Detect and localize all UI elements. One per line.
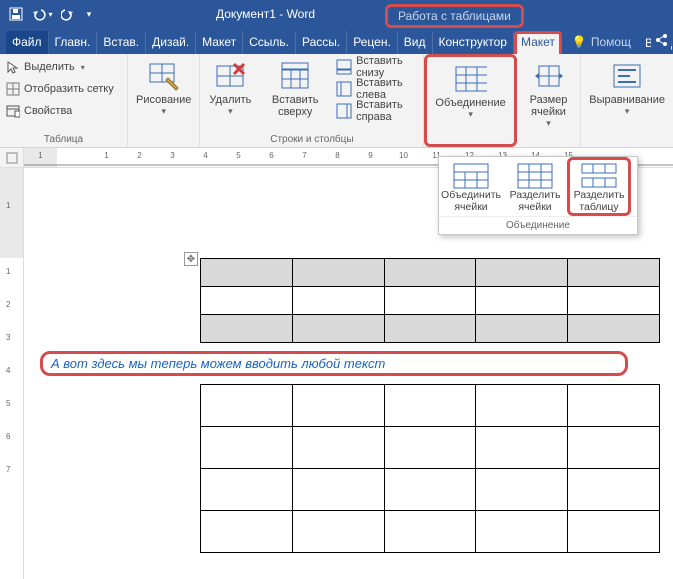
merge-icon — [455, 63, 487, 95]
table-move-handle[interactable]: ✥ — [184, 252, 198, 266]
table-row[interactable] — [201, 469, 660, 511]
cursor-icon — [6, 60, 20, 74]
split-table-icon — [581, 163, 617, 189]
vertical-ruler[interactable]: 1 1 2 3 4 5 6 7 — [0, 168, 24, 579]
merge-cells-button[interactable]: Объединить ячейки — [439, 157, 503, 216]
group-rows-cols: Удалить Вставить сверху Вставить снизу В… — [200, 54, 424, 147]
undo-button[interactable]: ▾ — [30, 3, 54, 25]
merge-dropdown-group-label: Объединение — [439, 216, 637, 234]
merge-dropdown-button[interactable]: Объединение — [431, 59, 509, 130]
properties-button[interactable]: Свойства — [4, 100, 116, 122]
redo-button[interactable] — [56, 3, 80, 25]
delete-icon — [214, 60, 246, 92]
merge-dropdown-panel: Объединить ячейки Разделить ячейки Разде… — [438, 156, 638, 235]
tab-home[interactable]: Главн. — [49, 31, 98, 54]
caption-text[interactable]: А вот здесь мы теперь можем вводить любо… — [40, 351, 628, 376]
insert-above-button[interactable]: Вставить сверху — [258, 56, 332, 133]
undo-icon — [31, 7, 47, 21]
merge-cells-icon — [453, 163, 489, 189]
tab-view[interactable]: Вид — [398, 31, 433, 54]
insert-below-icon — [336, 59, 352, 75]
table-row[interactable] — [201, 511, 660, 553]
tab-design[interactable]: Дизай. — [146, 31, 196, 54]
group-cell-size: Размер ячейки — [517, 54, 582, 147]
view-gridlines-button[interactable]: Отобразить сетку — [4, 78, 116, 100]
split-table-button[interactable]: Разделить таблицу — [567, 157, 631, 216]
bulb-icon: 💡 — [572, 35, 587, 49]
group-rows-cols-label: Строки и столбцы — [204, 133, 419, 147]
qat-customize[interactable]: ▾ — [82, 3, 96, 25]
group-alignment: Выравнивание — [581, 54, 673, 147]
grid-icon — [6, 82, 20, 96]
select-button[interactable]: Выделить▾ — [4, 56, 116, 78]
tell-me[interactable]: 💡Помощ — [562, 31, 637, 54]
tab-file[interactable]: Файл — [6, 31, 49, 54]
insert-left-button[interactable]: Вставить слева — [334, 78, 419, 100]
tab-table-layout[interactable]: Макет — [514, 31, 562, 54]
table-2[interactable] — [200, 384, 660, 553]
window-title: Документ1 - Word — [216, 7, 315, 21]
quick-access-toolbar: ▾ ▾ — [4, 3, 96, 25]
ribbon-tabs: Файл Главн. Встав. Дизай. Макет Ссыль. Р… — [0, 28, 673, 54]
insert-above-icon — [279, 60, 311, 92]
table-row[interactable] — [201, 427, 660, 469]
cell-size-icon — [533, 60, 565, 92]
align-icon — [611, 60, 643, 92]
share-button[interactable] — [651, 30, 671, 50]
insert-right-button[interactable]: Вставить справа — [334, 100, 419, 122]
draw-button[interactable]: Рисование — [132, 56, 195, 133]
table-row[interactable] — [201, 315, 660, 343]
alignment-button[interactable]: Выравнивание — [585, 56, 669, 133]
tab-insert[interactable]: Встав. — [97, 31, 146, 54]
title-bar: ▾ ▾ Документ1 - Word Работа с таблицами — [0, 0, 673, 28]
group-table: Выделить▾ Отобразить сетку Свойства Табл… — [0, 54, 128, 147]
group-draw: Рисование — [128, 54, 200, 147]
tab-pagelayout[interactable]: Макет — [196, 31, 243, 54]
tab-mailings[interactable]: Рассы. — [296, 31, 347, 54]
split-cells-icon — [517, 163, 553, 189]
delete-button[interactable]: Удалить — [204, 56, 256, 133]
tab-references[interactable]: Ссыль. — [243, 31, 296, 54]
save-icon — [9, 7, 23, 21]
draw-table-icon — [148, 60, 180, 92]
group-merge: Объединение — [424, 54, 516, 147]
tab-table-design[interactable]: Конструктор — [433, 31, 514, 54]
insert-below-button[interactable]: Вставить снизу — [334, 56, 419, 78]
table-1[interactable] — [200, 258, 660, 343]
contextual-tab-label: Работа с таблицами — [385, 4, 524, 28]
properties-icon — [6, 104, 20, 118]
cell-size-button[interactable]: Размер ячейки — [521, 56, 577, 133]
ribbon: Выделить▾ Отобразить сетку Свойства Табл… — [0, 54, 673, 148]
save-button[interactable] — [4, 3, 28, 25]
table-row[interactable] — [201, 287, 660, 315]
split-cells-button[interactable]: Разделить ячейки — [503, 157, 567, 216]
insert-right-icon — [336, 103, 352, 119]
group-table-label: Таблица — [4, 133, 123, 147]
ruler-corner[interactable] — [0, 148, 24, 167]
redo-icon — [61, 7, 75, 21]
table-row[interactable] — [201, 259, 660, 287]
table-row[interactable] — [201, 385, 660, 427]
tab-review[interactable]: Рецен. — [347, 31, 398, 54]
insert-left-icon — [336, 81, 352, 97]
